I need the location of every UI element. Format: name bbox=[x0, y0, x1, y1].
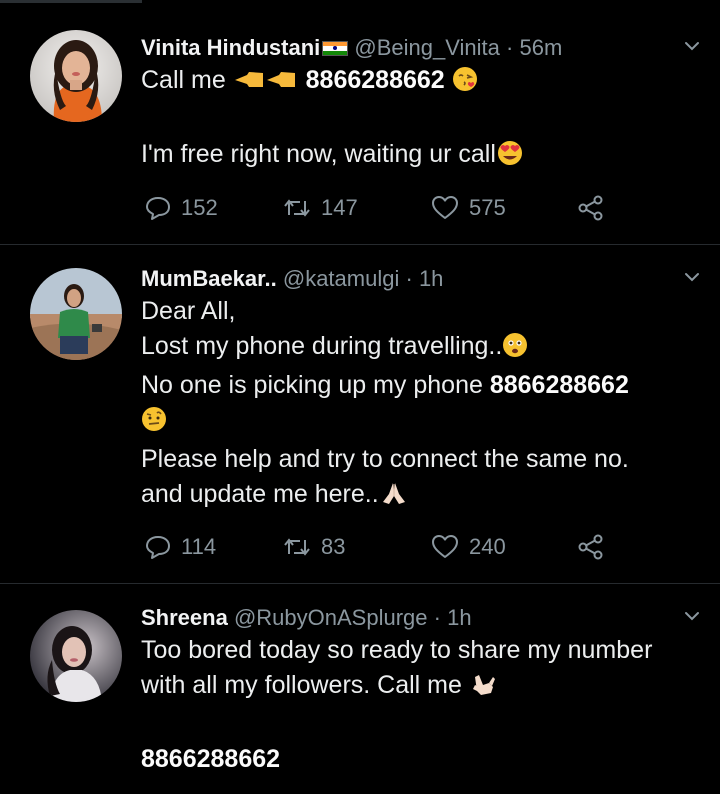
tweet-text-line: 8866288662 bbox=[141, 742, 701, 777]
retweet-button[interactable]: 83 bbox=[283, 530, 345, 564]
phone-number: 8866288662 bbox=[489, 371, 629, 399]
tweet-text-line bbox=[141, 403, 701, 442]
worried-face-icon bbox=[502, 332, 528, 368]
tweet-text: Please help and try to connect the same … bbox=[141, 445, 629, 473]
like-button[interactable]: 575 bbox=[431, 191, 506, 225]
avatar[interactable] bbox=[30, 30, 122, 122]
tweet-divider bbox=[0, 583, 720, 584]
tweet-text-line: Call me 8866288662 bbox=[141, 63, 701, 102]
like-count: 240 bbox=[469, 534, 506, 559]
tweet-actions: 114 83 240 bbox=[141, 530, 621, 564]
tweet-content: Vinita Hindustani @Being_Vinita · 56m Ca… bbox=[141, 33, 701, 176]
like-button[interactable]: 240 bbox=[431, 530, 506, 564]
raised-eyebrow-face-icon bbox=[141, 406, 167, 442]
display-name[interactable]: Shreena bbox=[141, 605, 228, 630]
chevron-down-icon[interactable] bbox=[681, 605, 703, 627]
pointing-left-hand-icon bbox=[233, 67, 299, 102]
timestamp[interactable]: 1h bbox=[419, 266, 443, 291]
chevron-down-icon[interactable] bbox=[681, 35, 703, 57]
tweet-text-line: and update me here.. bbox=[141, 477, 701, 516]
india-flag-icon bbox=[322, 41, 349, 56]
share-button[interactable] bbox=[577, 191, 605, 225]
top-edge-line bbox=[0, 0, 142, 3]
tweet-header: Vinita Hindustani @Being_Vinita · 56m bbox=[141, 33, 701, 63]
tweet-text: Too bored today so ready to share my num… bbox=[141, 636, 653, 664]
reply-count: 152 bbox=[181, 195, 218, 220]
separator-dot: · bbox=[433, 605, 441, 630]
timestamp[interactable]: 56m bbox=[519, 35, 562, 60]
user-handle[interactable]: @RubyOnASplurge bbox=[234, 605, 428, 630]
avatar[interactable] bbox=[30, 610, 122, 702]
tweet-text: I'm free right now, waiting ur call bbox=[141, 140, 496, 168]
tweet-text-line: Dear All, bbox=[141, 294, 701, 329]
tweet-header: Shreena @RubyOnASplurge · 1h bbox=[141, 603, 701, 633]
call-me-hand-icon bbox=[469, 671, 497, 707]
retweet-button[interactable]: 147 bbox=[283, 191, 358, 225]
separator-dot: · bbox=[506, 35, 514, 60]
retweet-count: 83 bbox=[321, 534, 346, 559]
tweet-text-line: with all my followers. Call me bbox=[141, 668, 701, 707]
tweet-actions: 152 147 575 bbox=[141, 191, 621, 225]
tweet-text-line: No one is picking up my phone 8866288662 bbox=[141, 368, 701, 403]
tweet-text: Call me bbox=[141, 66, 226, 94]
tweet-text: Dear All, bbox=[141, 297, 236, 325]
tweet-content: Shreena @RubyOnASplurge · 1h Too bored t… bbox=[141, 603, 701, 777]
retweet-count: 147 bbox=[321, 195, 358, 220]
timestamp[interactable]: 1h bbox=[447, 605, 471, 630]
tweet-text-line: Too bored today so ready to share my num… bbox=[141, 633, 701, 668]
avatar[interactable] bbox=[30, 268, 122, 360]
kissing-face-icon bbox=[452, 66, 478, 102]
retweet-icon bbox=[284, 199, 310, 217]
user-handle[interactable]: @Being_Vinita bbox=[354, 35, 499, 60]
tweet-text-line: I'm free right now, waiting ur call bbox=[141, 137, 701, 176]
share-button[interactable] bbox=[577, 530, 605, 564]
heart-icon bbox=[432, 196, 458, 219]
folded-hands-icon bbox=[379, 480, 409, 516]
share-icon bbox=[578, 534, 603, 560]
like-count: 575 bbox=[469, 195, 506, 220]
user-handle[interactable]: @katamulgi bbox=[283, 266, 400, 291]
heart-eyes-face-icon bbox=[496, 140, 524, 176]
tweet-text: Lost my phone during travelling.. bbox=[141, 332, 503, 360]
chevron-down-icon[interactable] bbox=[681, 266, 703, 288]
separator-dot: · bbox=[405, 266, 413, 291]
reply-button[interactable]: 114 bbox=[145, 530, 216, 564]
phone-number: 8866288662 bbox=[141, 745, 281, 773]
display-name[interactable]: Vinita Hindustani bbox=[141, 35, 320, 60]
tweet-header: MumBaekar.. @katamulgi · 1h bbox=[141, 264, 701, 294]
retweet-icon bbox=[284, 538, 310, 556]
tweet-text-line: Please help and try to connect the same … bbox=[141, 442, 701, 477]
reply-button[interactable]: 152 bbox=[145, 191, 218, 225]
tweet-text: No one is picking up my phone bbox=[141, 371, 483, 399]
heart-icon bbox=[432, 535, 458, 558]
reply-icon bbox=[146, 197, 170, 220]
phone-number: 8866288662 bbox=[305, 66, 445, 94]
reply-count: 114 bbox=[181, 534, 217, 559]
reply-icon bbox=[146, 536, 170, 559]
tweet-divider bbox=[0, 244, 720, 245]
display-name[interactable]: MumBaekar.. bbox=[141, 266, 277, 291]
share-icon bbox=[578, 195, 603, 221]
tweet-text-line: Lost my phone during travelling.. bbox=[141, 329, 701, 368]
tweet-text: and update me here.. bbox=[141, 480, 379, 508]
tweet-text: with all my followers. Call me bbox=[141, 671, 462, 699]
tweet-content: MumBaekar.. @katamulgi · 1h Dear All, Lo… bbox=[141, 264, 701, 516]
